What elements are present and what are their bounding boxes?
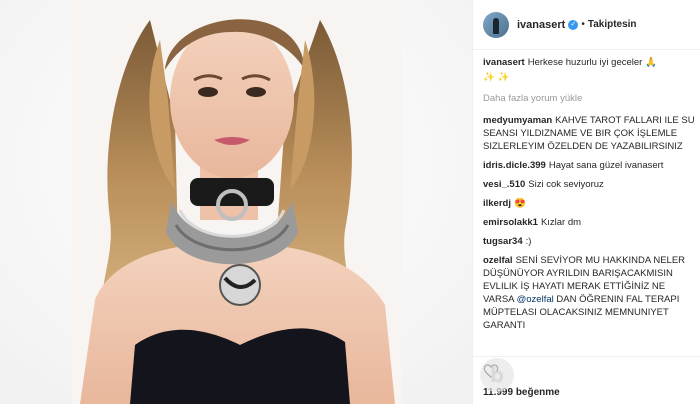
emoji-row: ✨ ✨ bbox=[483, 72, 510, 83]
caption-username[interactable]: ivanasert bbox=[483, 57, 525, 68]
comment-text: Hayat sana güzel ivanasert bbox=[548, 160, 664, 171]
comment-text: Sizi cok seviyoruz bbox=[528, 179, 604, 190]
comment-username[interactable]: vesi_.510 bbox=[483, 179, 525, 190]
comment-text: 😍 bbox=[514, 198, 526, 209]
comment-username[interactable]: emirsolakk1 bbox=[483, 217, 538, 228]
comment-username[interactable]: ilkerdj bbox=[483, 198, 511, 209]
comment-item: idris.dicle.399 Hayat sana güzel ivanaser… bbox=[483, 159, 695, 172]
comment-username[interactable]: idris.dicle.399 bbox=[483, 160, 546, 171]
watermark-b-logo: b bbox=[480, 358, 514, 392]
emoji-icon: 🙏 bbox=[644, 57, 657, 68]
separator-dot: • bbox=[581, 19, 585, 30]
mention-link[interactable]: @ozelfal bbox=[517, 294, 554, 305]
post-side-panel: ivanasert ✓ • Takiptesin ivanasert Herkes… bbox=[472, 0, 700, 404]
comment-username[interactable]: medyumyaman bbox=[483, 115, 552, 126]
comment-username[interactable]: tugsar34 bbox=[483, 236, 523, 247]
verified-badge-icon: ✓ bbox=[568, 19, 579, 30]
avatar[interactable] bbox=[483, 11, 509, 38]
instagram-post-view: ivanasert ✓ • Takiptesin ivanasert Herkes… bbox=[0, 0, 700, 404]
comments-scroll-area[interactable]: ivanasert Herkese huzurlu iyi geceler 🙏 ✨… bbox=[473, 50, 700, 352]
comment-item: vesi_.510 Sizi cok seviyoruz bbox=[483, 178, 695, 191]
caption-text: Herkese huzurlu iyi geceler bbox=[527, 57, 643, 68]
post-caption: ivanasert Herkese huzurlu iyi geceler 🙏 ✨… bbox=[483, 56, 695, 84]
comment-text: :) bbox=[525, 236, 532, 247]
comment-item: ozelfal SENİ SEVİYOR MU HAKKINDA NELER DÜ… bbox=[483, 254, 695, 332]
post-header: ivanasert ✓ • Takiptesin bbox=[473, 0, 700, 50]
follow-status-button[interactable]: Takiptesin bbox=[588, 19, 637, 30]
portrait-image bbox=[0, 0, 472, 404]
comment-item: medyumyaman KAHVE TAROT FALLARI ILE SU SE… bbox=[483, 114, 695, 153]
load-more-comments-link[interactable]: Daha fazla yorum yükle bbox=[483, 92, 695, 105]
comment-item: ilkerdj 😍 bbox=[483, 197, 695, 210]
post-photo[interactable] bbox=[0, 0, 472, 404]
comment-item: tugsar34:) bbox=[483, 235, 695, 248]
comment-text: Kızlar dm bbox=[540, 217, 582, 228]
comment-item: emirsolakk1 Kızlar dm bbox=[483, 216, 695, 229]
header-username[interactable]: ivanasert bbox=[517, 19, 565, 31]
comment-username[interactable]: ozelfal bbox=[483, 255, 513, 266]
